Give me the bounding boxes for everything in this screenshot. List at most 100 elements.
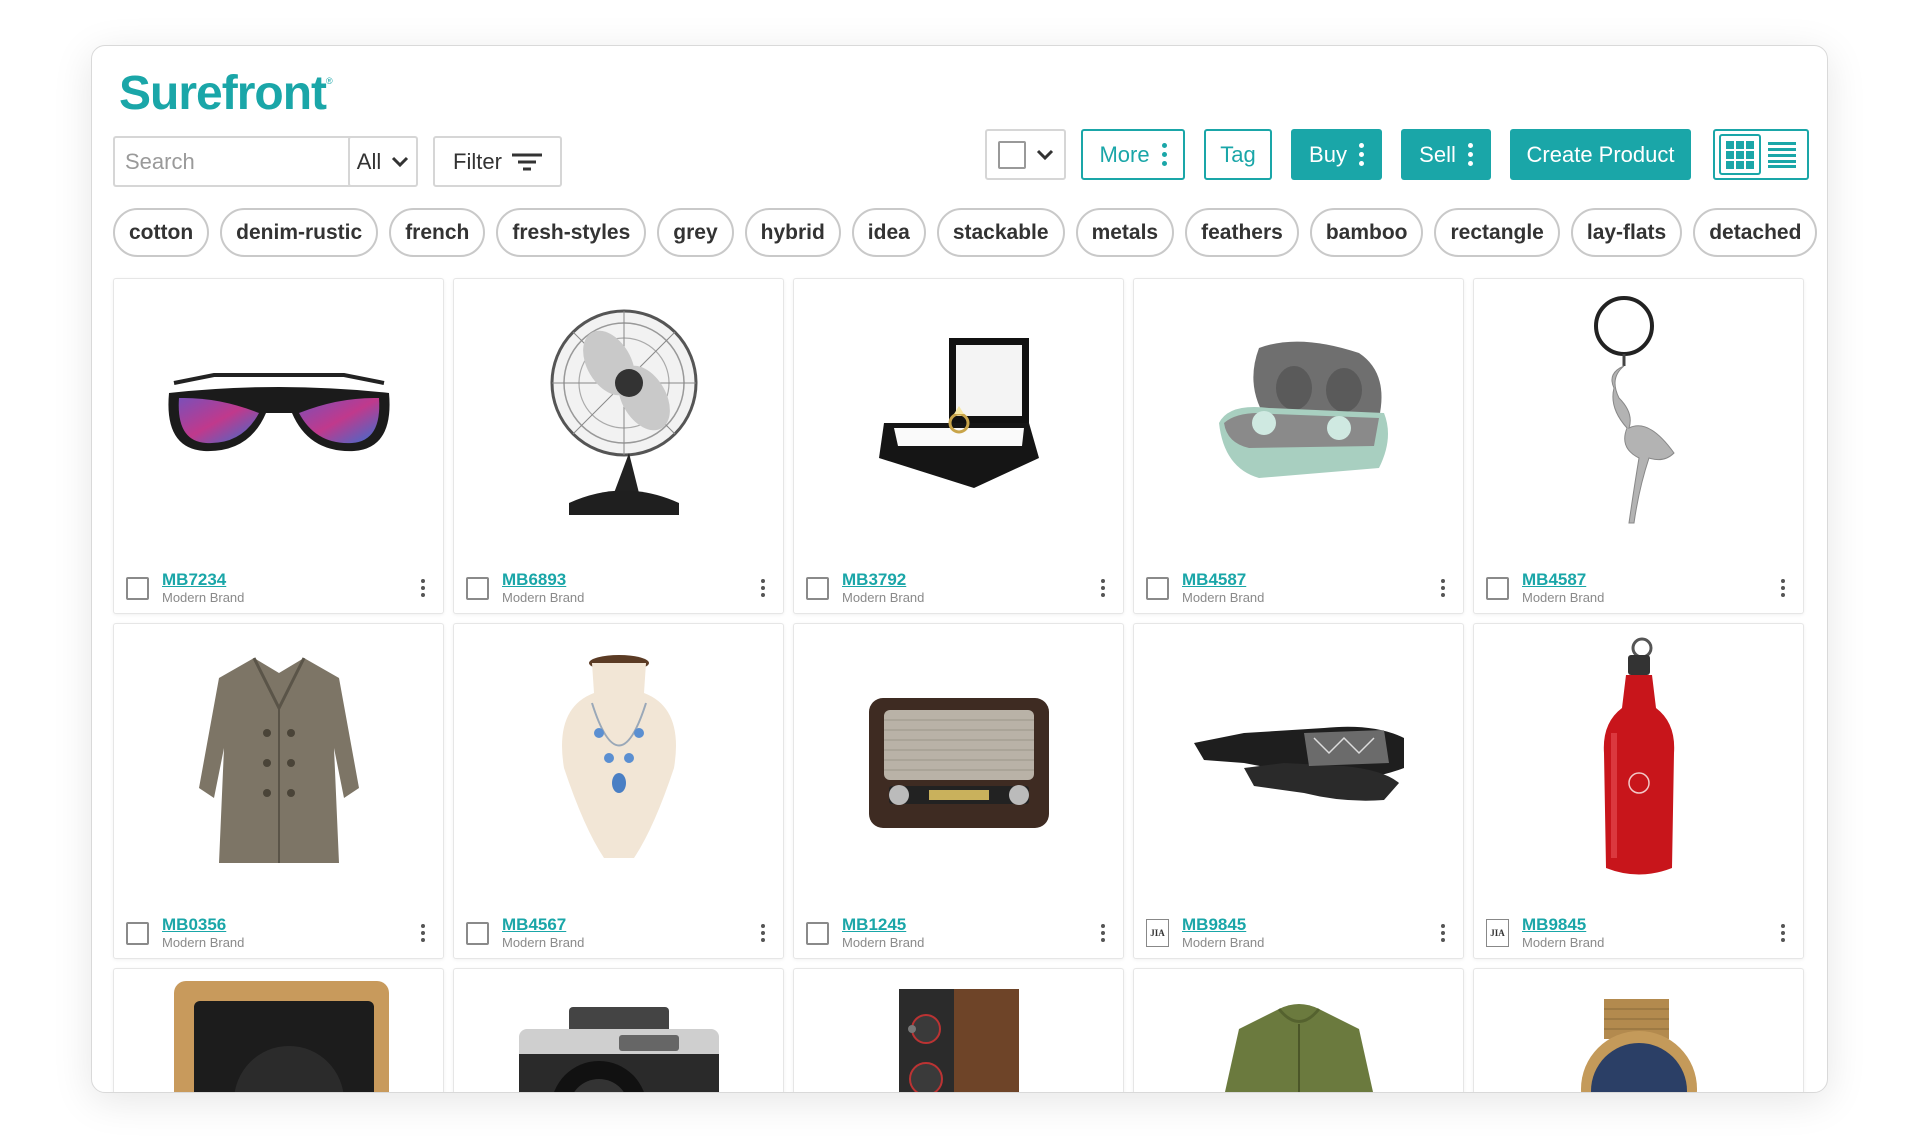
product-image[interactable] <box>794 969 1123 1092</box>
product-menu-button[interactable] <box>1775 924 1791 942</box>
sell-button[interactable]: Sell <box>1401 129 1491 180</box>
product-card[interactable] <box>1133 968 1464 1092</box>
product-card[interactable]: MB0356 Modern Brand <box>113 623 444 959</box>
product-image[interactable] <box>114 624 443 892</box>
product-code-link[interactable]: MB7234 <box>162 570 415 590</box>
product-checkbox[interactable] <box>466 921 489 945</box>
tag-chip[interactable]: hybrid <box>744 208 841 257</box>
select-all-checkbox[interactable] <box>997 140 1026 169</box>
product-menu-button[interactable] <box>1095 924 1111 942</box>
product-image[interactable] <box>454 969 783 1092</box>
product-card[interactable]: JIA MB9845 Modern Brand <box>1133 623 1464 959</box>
product-card[interactable]: MB6893 Modern Brand <box>453 278 784 614</box>
product-card[interactable] <box>113 968 444 1092</box>
product-menu-button[interactable] <box>1435 924 1451 942</box>
gold-watch-icon <box>1580 999 1697 1092</box>
product-checkbox[interactable] <box>806 576 829 600</box>
kebab-icon <box>1101 924 1105 942</box>
tag-chip[interactable]: grey <box>657 208 734 257</box>
product-code-link[interactable]: MB6893 <box>502 570 755 590</box>
product-image[interactable] <box>794 624 1123 892</box>
create-product-button[interactable]: Create Product <box>1510 129 1691 180</box>
product-card-footer: MB4587 Modern Brand <box>1146 570 1451 606</box>
tag-chip[interactable]: bamboo <box>1309 208 1424 257</box>
product-grid: MB7234 Modern Brand MB6893 Modern Brand … <box>113 278 1813 1092</box>
product-checkbox[interactable] <box>126 576 149 600</box>
product-card[interactable]: MB1245 Modern Brand <box>793 623 1124 959</box>
product-code-link[interactable]: MB1245 <box>842 915 1095 935</box>
product-menu-button[interactable] <box>755 579 771 597</box>
product-card-footer: MB6893 Modern Brand <box>466 570 771 606</box>
more-button[interactable]: More <box>1081 129 1185 180</box>
product-card-footer: MB0356 Modern Brand <box>126 915 431 951</box>
product-brand: Modern Brand <box>842 590 925 605</box>
tag-button[interactable]: Tag <box>1204 129 1272 180</box>
product-code-link[interactable]: MB4567 <box>502 915 755 935</box>
tower-speaker-icon <box>898 989 1019 1092</box>
product-image[interactable] <box>1474 279 1803 547</box>
product-card[interactable] <box>793 968 1124 1092</box>
product-code-link[interactable]: MB0356 <box>162 915 415 935</box>
product-menu-button[interactable] <box>1435 579 1451 597</box>
product-image[interactable] <box>1134 624 1463 892</box>
product-card[interactable]: MB4587 Modern Brand <box>1473 278 1804 614</box>
product-image[interactable] <box>114 969 443 1092</box>
tag-chip[interactable]: cotton <box>113 208 210 257</box>
product-card-footer: MB7234 Modern Brand <box>126 570 431 606</box>
product-image[interactable] <box>114 279 443 547</box>
product-menu-button[interactable] <box>1775 579 1791 597</box>
trademark-mark: ® <box>326 76 333 86</box>
product-image[interactable] <box>794 279 1123 547</box>
product-code-link[interactable]: MB4587 <box>1182 570 1435 590</box>
list-view-button[interactable] <box>1761 134 1803 175</box>
product-menu-button[interactable] <box>415 579 431 597</box>
product-card[interactable]: MB3792 Modern Brand <box>793 278 1124 614</box>
product-image[interactable] <box>454 624 783 892</box>
product-code-link[interactable]: MB3792 <box>842 570 1095 590</box>
select-all-dropdown[interactable] <box>985 129 1066 180</box>
product-card[interactable] <box>1473 968 1804 1092</box>
tag-chip[interactable]: detached <box>1693 208 1818 257</box>
tag-chip[interactable]: fresh-styles <box>496 208 647 257</box>
product-card-footer: MB4567 Modern Brand <box>466 915 771 951</box>
product-card[interactable]: MB4567 Modern Brand <box>453 623 784 959</box>
product-menu-button[interactable] <box>1095 579 1111 597</box>
product-checkbox[interactable] <box>1146 576 1169 600</box>
filter-button[interactable]: Filter <box>433 136 562 187</box>
tag-chip[interactable]: stackable <box>936 208 1065 257</box>
product-menu-button[interactable] <box>755 924 771 942</box>
more-label: More <box>1099 141 1150 167</box>
product-checkbox[interactable] <box>126 921 149 945</box>
product-checkbox[interactable] <box>806 921 829 945</box>
tag-chip[interactable]: lay-flats <box>1570 208 1683 257</box>
tag-chip[interactable]: rectangle <box>1434 208 1560 257</box>
product-image[interactable] <box>1474 624 1803 892</box>
tag-chip[interactable]: feathers <box>1185 208 1299 257</box>
product-image[interactable] <box>1134 279 1463 547</box>
buy-button[interactable]: Buy <box>1291 129 1382 180</box>
product-card[interactable] <box>453 968 784 1092</box>
scope-dropdown[interactable]: All <box>348 136 418 187</box>
product-card[interactable]: JIA MB9845 Modern Brand <box>1473 623 1804 959</box>
product-checkbox[interactable] <box>1486 576 1509 600</box>
product-card[interactable]: MB4587 Modern Brand <box>1133 278 1464 614</box>
tag-chip[interactable]: french <box>389 208 486 257</box>
product-checkbox[interactable] <box>466 576 489 600</box>
kebab-icon <box>1358 143 1364 166</box>
product-code-link[interactable]: MB4587 <box>1522 570 1775 590</box>
product-image[interactable] <box>1474 969 1803 1092</box>
product-image[interactable] <box>454 279 783 547</box>
product-code-link[interactable]: MB9845 <box>1182 915 1435 935</box>
tag-chip[interactable]: metals <box>1075 208 1175 257</box>
tag-chip[interactable]: denim-rustic <box>220 208 379 257</box>
product-code-link[interactable]: MB9845 <box>1522 915 1775 935</box>
grid-view-button[interactable] <box>1719 134 1761 175</box>
search-input[interactable] <box>113 136 359 187</box>
surefront-logo[interactable]: Surefront® <box>119 66 333 121</box>
product-card[interactable]: MB7234 Modern Brand <box>113 278 444 614</box>
product-menu-button[interactable] <box>415 924 431 942</box>
product-card-footer: MB1245 Modern Brand <box>806 915 1111 951</box>
tag-chip[interactable]: idea <box>851 208 926 257</box>
wood-speaker-icon <box>173 981 389 1092</box>
product-image[interactable] <box>1134 969 1463 1092</box>
